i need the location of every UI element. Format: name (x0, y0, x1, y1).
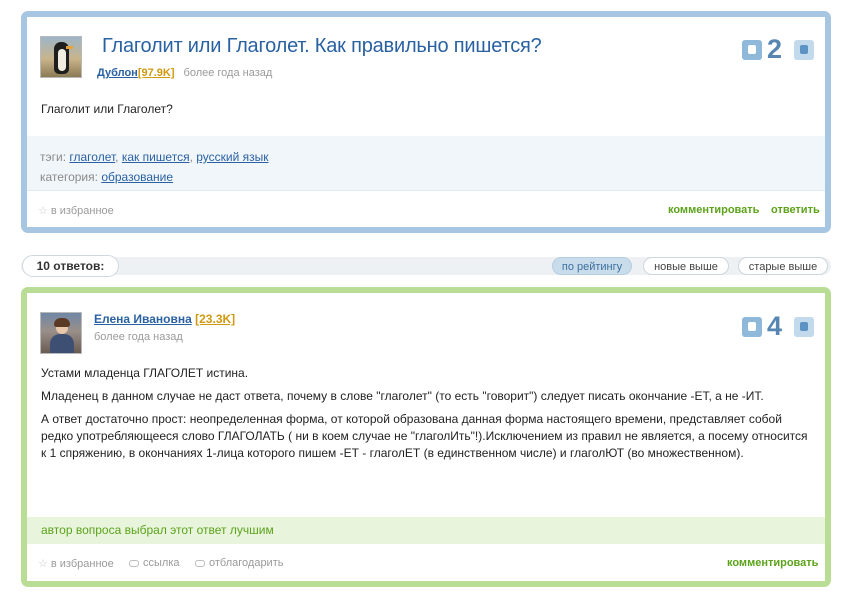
tags-line: тэги: глаголет, как пишется, русский язы… (40, 150, 269, 164)
favorite-label: в избранное (50, 205, 114, 217)
question-reply-button[interactable]: ответить (771, 204, 820, 216)
answer-card: Елена Ивановна [23.3K] более года назад … (21, 287, 831, 587)
sort-oldest-button[interactable]: старые выше (738, 257, 828, 275)
thumbs-down-icon[interactable] (742, 40, 762, 60)
answer-author-link[interactable]: Елена Ивановна (94, 312, 192, 326)
answer-author-avatar[interactable] (40, 312, 82, 354)
tag-link[interactable]: глаголет (69, 150, 115, 164)
question-inner: Глаголит или Глаголет. Как правильно пиш… (27, 17, 825, 227)
question-header: Глаголит или Глаголет. Как правильно пиш… (27, 17, 825, 136)
answer-inner: Елена Ивановна [23.3K] более года назад … (27, 293, 825, 581)
answers-count: 10 ответов: (22, 255, 119, 277)
thumbs-down-icon[interactable] (742, 317, 762, 337)
thumbs-up-icon[interactable] (794, 317, 814, 337)
answer-favorite-button[interactable]: ☆ в избранное (38, 557, 114, 570)
question-vote-count: 2 (767, 34, 783, 64)
category-label: категория: (40, 170, 98, 184)
answer-time: более года назад (94, 331, 183, 343)
answer-author-rating[interactable]: [23.3K] (195, 312, 235, 326)
thumbs-up-icon[interactable] (794, 40, 814, 60)
question-body: Глаголит или Глаголет? (41, 102, 173, 116)
gift-icon (195, 559, 205, 567)
question-time: более года назад (183, 67, 273, 79)
thank-label: отблагодарить (209, 557, 284, 569)
avatar-figure-belly (58, 49, 66, 71)
tags-label: тэги: (40, 150, 67, 164)
tag-link[interactable]: как пишется (122, 150, 190, 164)
answer-thank-button[interactable]: отблагодарить (195, 557, 283, 569)
answer-comment-button[interactable]: комментировать (727, 557, 818, 569)
answer-body: Устами младенца ГЛАГОЛЕТ истина. Младене… (41, 365, 811, 468)
tag-link[interactable]: русский язык (196, 150, 268, 164)
question-tags-panel: тэги: глаголет, как пишется, русский язы… (27, 136, 825, 190)
question-card: Глаголит или Глаголет. Как правильно пиш… (21, 11, 831, 233)
avatar-figure-beak (66, 46, 73, 49)
favorite-label: в избранное (50, 558, 114, 570)
sort-by-rating-button[interactable]: по рейтингу (552, 257, 632, 275)
category-line: категория: образование (40, 170, 812, 184)
sort-newest-button[interactable]: новые выше (643, 257, 729, 275)
answer-time-line: более года назад (94, 331, 183, 343)
question-meta: Дублон[97.9K] более года назад (97, 67, 272, 79)
avatar-person-hair (54, 318, 70, 327)
question-author-rating[interactable]: [97.9K] (138, 67, 175, 79)
category-link[interactable]: образование (101, 170, 173, 184)
question-author-link[interactable]: Дублон (97, 67, 138, 79)
avatar-person-shirt (50, 334, 74, 353)
link-label: ссылка (143, 557, 180, 569)
question-favorite-button[interactable]: ☆ в избранное (38, 204, 114, 217)
answer-footer: ☆ в избранное ссылка отблагодарить коммен… (27, 544, 825, 581)
star-icon: ☆ (38, 205, 48, 217)
star-icon: ☆ (38, 558, 48, 570)
question-comment-button[interactable]: комментировать (668, 204, 759, 216)
answer-vote-count: 4 (767, 311, 783, 341)
question-title[interactable]: Глаголит или Глаголет. Как правильно пиш… (102, 35, 542, 58)
answer-link-button[interactable]: ссылка (129, 557, 180, 569)
question-author-avatar[interactable] (40, 36, 82, 78)
best-answer-note: автор вопроса выбрал этот ответ лучшим (27, 517, 825, 544)
answer-paragraph: А ответ достаточно прост: неопределенная… (41, 412, 808, 460)
answer-meta: Елена Ивановна [23.3K] (94, 312, 235, 326)
answer-paragraph: Устами младенца ГЛАГОЛЕТ истина. (41, 366, 249, 380)
question-footer: ☆ в избранное комментировать ответить (27, 190, 825, 227)
answer-paragraph: Младенец в данном случае не даст ответа,… (41, 389, 764, 403)
link-icon (129, 559, 139, 567)
